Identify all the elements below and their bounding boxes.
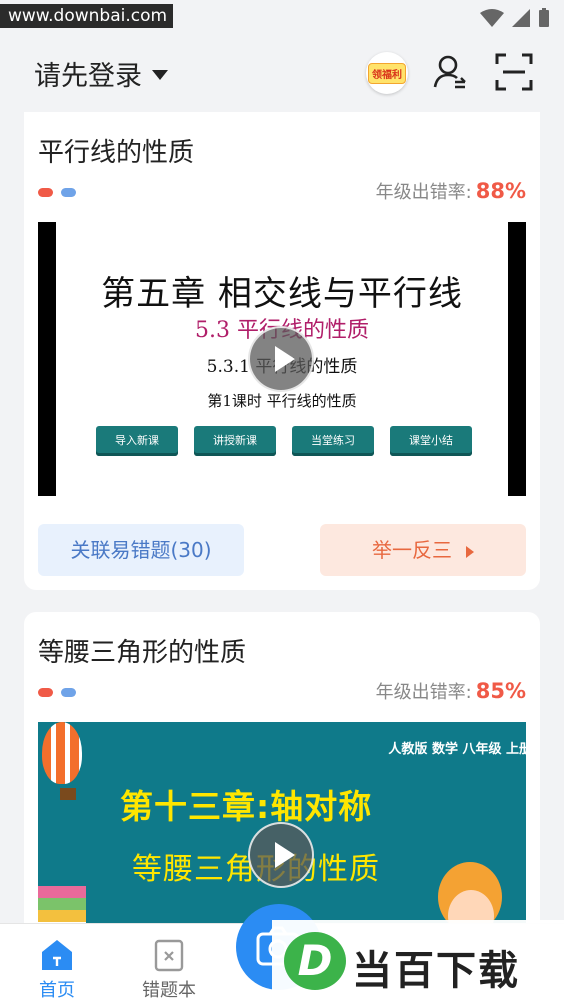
caret-down-icon xyxy=(152,69,168,80)
balloon-illustration xyxy=(42,722,82,784)
tab-wrong-book-label: 错题本 xyxy=(142,980,196,1001)
similar-practice-label: 举一反三 xyxy=(372,538,452,562)
lesson-title: 等腰三角形的性质 xyxy=(38,638,247,668)
site-watermark: www.downbai.com xyxy=(0,4,173,28)
thumb-lesson: 第1课时 平行线的性质 xyxy=(207,392,357,410)
lesson-card[interactable]: 平行线的性质 年级出错率: 88% 第五章 相交线与平行线 5.3 平行线的性质… xyxy=(24,112,540,590)
difficulty-dots xyxy=(38,188,76,197)
signal-icon xyxy=(512,9,530,27)
thumb-step: 当堂练习 xyxy=(292,426,374,456)
thumb-step: 讲授新课 xyxy=(194,426,276,456)
thumb-publisher: 人教版 数学 八年级 上册 xyxy=(388,742,526,757)
lesson-title: 平行线的性质 xyxy=(38,138,195,168)
balloon-basket xyxy=(60,788,76,800)
login-selector[interactable]: 请先登录 xyxy=(34,54,168,93)
user-switch-icon[interactable] xyxy=(430,52,470,92)
logo-mark: D xyxy=(284,932,346,990)
status-bar: www.downbai.com xyxy=(0,0,564,34)
related-errors-button[interactable]: 关联易错题(30) xyxy=(38,524,244,576)
status-icons xyxy=(480,8,550,28)
error-rate-value: 88% xyxy=(475,179,526,203)
scan-icon[interactable] xyxy=(494,52,534,92)
welfare-label: 领福利 xyxy=(368,62,406,84)
thumb-chapter: 第五章 相交线与平行线 xyxy=(101,274,463,314)
logo-text: 当百下载 xyxy=(352,948,520,994)
difficulty-dots xyxy=(38,688,76,697)
thumb-steps: 导入新课 讲授新课 当堂练习 课堂小结 xyxy=(96,426,472,456)
login-label: 请先登录 xyxy=(34,61,142,92)
thumb-step: 课堂小结 xyxy=(390,426,472,456)
welfare-button[interactable]: 领福利 xyxy=(366,52,408,94)
similar-practice-button[interactable]: 举一反三 xyxy=(320,524,526,576)
error-rate-value: 85% xyxy=(475,679,526,703)
error-rate: 年级出错率: 85% xyxy=(376,678,526,704)
blue-dot xyxy=(61,188,76,197)
play-icon[interactable] xyxy=(248,326,314,392)
tab-home-label: 首页 xyxy=(39,980,75,1001)
battery-icon xyxy=(539,8,549,27)
error-rate: 年级出错率: 88% xyxy=(376,178,526,204)
red-dot xyxy=(38,188,53,197)
red-dot xyxy=(38,688,53,697)
header: 请先登录 领福利 xyxy=(0,34,564,112)
lesson-card[interactable]: 等腰三角形的性质 年级出错率: 85% 人教版 数学 八年级 上册 第十三章:轴… xyxy=(24,612,540,942)
play-icon[interactable] xyxy=(248,822,314,888)
play-arrow-icon xyxy=(466,545,474,558)
thumb-chapter: 第十三章:轴对称 xyxy=(120,787,373,826)
blue-dot xyxy=(61,688,76,697)
home-icon xyxy=(42,940,72,970)
error-rate-label: 年级出错率: xyxy=(375,182,472,203)
video-player[interactable]: 第五章 相交线与平行线 5.3 平行线的性质 5.3.1 平行线的性质 第1课时… xyxy=(38,222,526,496)
notebook-icon xyxy=(154,939,184,972)
error-rate-label: 年级出错率: xyxy=(375,682,472,703)
thumb-step: 导入新课 xyxy=(96,426,178,456)
wifi-icon xyxy=(480,9,504,27)
books-illustration xyxy=(38,886,86,926)
